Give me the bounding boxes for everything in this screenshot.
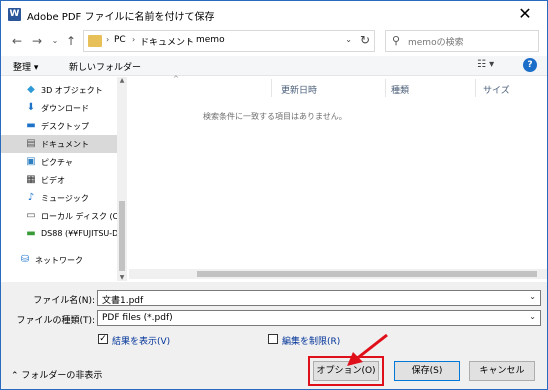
up-arrow-icon[interactable]: ↑: [63, 31, 79, 51]
restrict-edit-checkbox[interactable]: [268, 334, 278, 344]
back-arrow-icon[interactable]: ←: [9, 31, 25, 51]
column-header-size[interactable]: サイズ: [483, 83, 510, 96]
sidebar-item-label: ビデオ: [41, 176, 65, 185]
sidebar-item-3d-objects[interactable]: ◆ 3D オブジェクト: [1, 81, 117, 99]
navigation-bar: ← → ⌄ ↑ › PC › ドキュメント › memo ⌄ ↻ ⚲ memoの…: [1, 29, 547, 53]
chevron-down-icon[interactable]: ⌄: [529, 292, 536, 301]
sidebar-item-label: ドキュメント: [41, 140, 89, 149]
window-title: Adobe PDF ファイルに名前を付けて保存: [27, 12, 215, 23]
column-divider[interactable]: [271, 79, 272, 97]
red-arrow-icon: [347, 333, 388, 366]
hide-folders-label: フォルダーの非表示: [21, 371, 103, 381]
sidebar-item-desktop[interactable]: ▬ デスクトップ: [1, 117, 117, 135]
address-bar[interactable]: › PC › ドキュメント › memo ⌄ ↻: [83, 30, 375, 52]
sidebar-item-label: 3D オブジェクト: [41, 86, 103, 95]
sidebar-item-label: ネットワーク: [35, 256, 83, 265]
sidebar-item-network[interactable]: ⛁ ネットワーク: [1, 251, 117, 269]
restrict-edit-label[interactable]: 編集を制限(R): [282, 334, 340, 347]
video-icon: ▦: [26, 174, 36, 185]
save-button[interactable]: 保存(S): [394, 361, 460, 381]
breadcrumb-documents[interactable]: ドキュメント: [140, 35, 194, 48]
breadcrumb-pc[interactable]: PC: [114, 35, 126, 45]
filename-value: 文書1.pdf: [102, 296, 144, 306]
scroll-down-icon[interactable]: ▼: [117, 274, 127, 281]
sort-up-icon: ^: [173, 75, 179, 83]
column-divider[interactable]: [475, 79, 476, 97]
view-options-icon[interactable]: ☷ ▾: [477, 59, 494, 70]
cancel-button[interactable]: キャンセル: [469, 361, 535, 381]
chevron-up-icon: ⌃: [11, 371, 19, 381]
column-header-type[interactable]: 種類: [391, 83, 409, 96]
title-bar: W Adobe PDF ファイルに名前を付けて保存 ✕: [1, 1, 547, 29]
filename-input[interactable]: 文書1.pdf ⌄: [97, 290, 541, 306]
empty-message: 検索条件に一致する項目はありません。: [203, 112, 347, 121]
search-box[interactable]: ⚲ memoの検索: [385, 30, 539, 52]
sidebar-item-pictures[interactable]: ▣ ピクチャ: [1, 153, 117, 171]
navigation-pane: ◆ 3D オブジェクト ⬇ ダウンロード ▬ デスクトップ ▤ ドキュメント ▣…: [1, 77, 127, 281]
sidebar-item-label: ピクチャ: [41, 158, 73, 167]
history-chevron-icon[interactable]: ⌄: [47, 31, 63, 51]
desktop-icon: ▬: [26, 120, 36, 131]
drive-icon: ▭: [26, 210, 36, 221]
save-dialog: W Adobe PDF ファイルに名前を付けて保存 ✕ ← → ⌄ ↑ › PC…: [0, 0, 548, 390]
filetype-label: ファイルの種類(T):: [16, 316, 95, 326]
music-icon: ♪: [27, 192, 35, 203]
filetype-select[interactable]: PDF files (*.pdf) ⌄: [97, 310, 541, 326]
cube-icon: ◆: [27, 84, 35, 95]
forward-arrow-icon[interactable]: →: [29, 31, 45, 51]
breadcrumb-separator-icon: ›: [188, 35, 192, 44]
picture-icon: ▣: [26, 156, 36, 167]
sidebar-scroll-thumb[interactable]: [119, 201, 125, 271]
sidebar-item-documents[interactable]: ▤ ドキュメント: [1, 135, 117, 153]
network-icon: ⛁: [20, 254, 30, 265]
sidebar-item-downloads[interactable]: ⬇ ダウンロード: [1, 99, 117, 117]
chevron-down-icon[interactable]: ⌄: [529, 312, 536, 321]
filename-label: ファイル名(N):: [33, 296, 95, 306]
command-toolbar: 整理 ▾ 新しいフォルダー ☷ ▾ ?: [1, 56, 547, 76]
sidebar-item-label: ミュージック: [41, 194, 89, 203]
save-options-panel: ファイル名(N): 文書1.pdf ⌄ ファイルの種類(T): PDF file…: [1, 282, 547, 389]
horizontal-scroll-thumb[interactable]: [197, 271, 537, 277]
sidebar-item-label: ダウンロード: [41, 104, 89, 113]
download-icon: ⬇: [26, 102, 36, 113]
sidebar-item-music[interactable]: ♪ ミュージック: [1, 189, 117, 207]
close-icon[interactable]: ✕: [511, 3, 539, 25]
breadcrumb-separator-icon: ›: [132, 35, 136, 44]
hide-folders-toggle[interactable]: ⌃ フォルダーの非表示: [11, 368, 102, 381]
scroll-up-icon[interactable]: ▲: [117, 77, 127, 84]
show-result-label[interactable]: 結果を表示(V): [112, 334, 170, 347]
document-icon: ▤: [26, 138, 36, 149]
sidebar-item-local-disk[interactable]: ▭ ローカル ディスク (C:): [1, 207, 124, 225]
folder-icon: [88, 35, 102, 47]
horizontal-scrollbar[interactable]: [129, 269, 547, 279]
sidebar-item-videos[interactable]: ▦ ビデオ: [1, 171, 117, 189]
show-result-checkbox[interactable]: ✓: [98, 334, 108, 344]
word-app-icon: W: [8, 8, 21, 21]
breadcrumb-memo[interactable]: memo: [196, 35, 225, 45]
sidebar-item-label: デスクトップ: [41, 122, 89, 131]
refresh-icon[interactable]: ↻: [360, 33, 370, 47]
search-placeholder: memoの検索: [408, 38, 464, 48]
filetype-value: PDF files (*.pdf): [102, 313, 173, 323]
sidebar-scrollbar[interactable]: ▲ ▼: [117, 77, 127, 281]
file-list[interactable]: ^ 更新日時 種類 サイズ 検索条件に一致する項目はありません。: [129, 75, 547, 281]
address-dropdown-icon[interactable]: ⌄: [345, 35, 352, 44]
breadcrumb-separator-icon: ›: [106, 35, 110, 44]
search-icon: ⚲: [392, 34, 401, 47]
network-drive-icon: ▬: [26, 228, 36, 239]
column-divider[interactable]: [385, 79, 386, 97]
help-icon[interactable]: ?: [523, 58, 537, 72]
organize-menu[interactable]: 整理 ▾: [13, 60, 38, 73]
sidebar-item-label: ローカル ディスク (C:): [41, 212, 125, 221]
new-folder-button[interactable]: 新しいフォルダー: [69, 60, 141, 73]
column-header-modified[interactable]: 更新日時: [281, 83, 317, 96]
sidebar-item-label: DS88 (¥¥FUJITSU-D: [41, 229, 119, 238]
sidebar-item-network-drive[interactable]: ▬ DS88 (¥¥FUJITSU-D: [1, 225, 119, 243]
